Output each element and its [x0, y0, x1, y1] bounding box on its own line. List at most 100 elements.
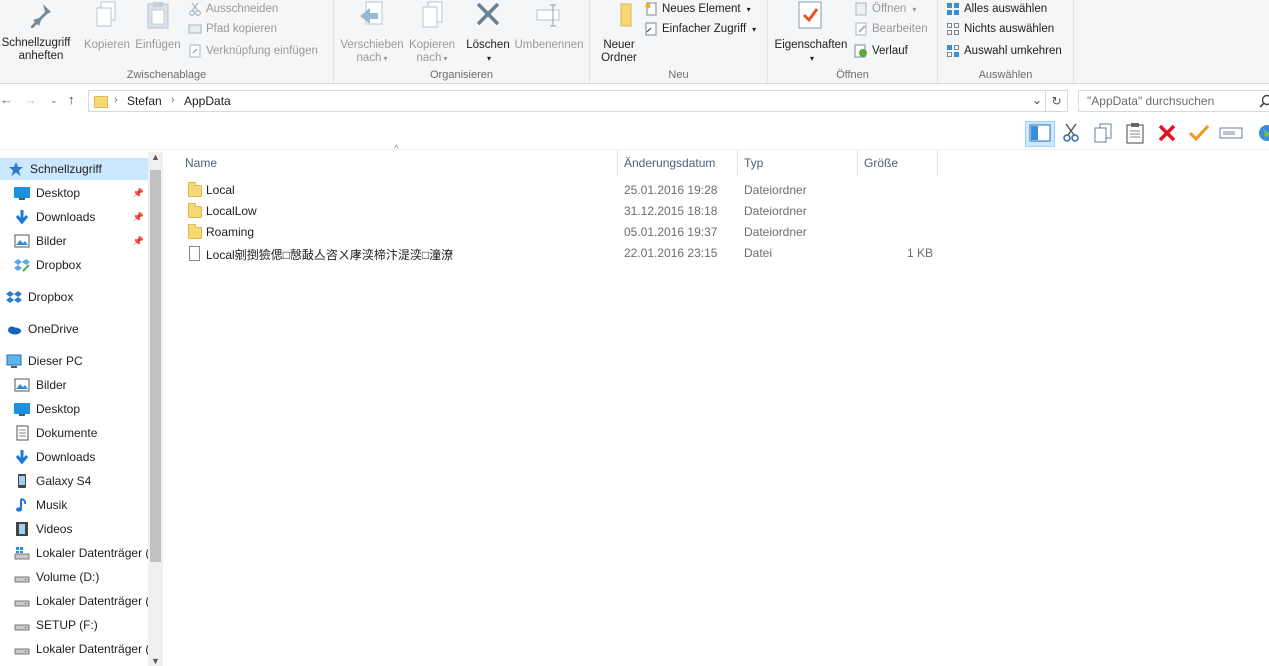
cut-toolbar-button[interactable] — [1056, 121, 1086, 147]
globe-toolbar-button[interactable] — [1252, 121, 1269, 147]
file-row[interactable]: LocalLow 31.12.2015 18:18 Dateiordner — [183, 201, 1103, 222]
move-to-label-1: Verschieben — [340, 39, 404, 51]
copy-toolbar-button[interactable] — [1088, 121, 1118, 147]
globe-icon — [1257, 123, 1269, 146]
delete-toolbar-button[interactable] — [1152, 121, 1182, 147]
rename-field-icon — [1219, 125, 1243, 144]
properties-dropdown-caret[interactable]: ▾ — [810, 52, 814, 65]
nav-item-drive-g[interactable]: Lokaler Datenträger (G:) — [0, 638, 148, 660]
nav-label: Dropbox — [36, 258, 82, 272]
nav-item-music[interactable]: Musik — [0, 494, 148, 516]
new-folder-icon — [603, 0, 635, 34]
move-to-button[interactable]: Verschieben nach ▾ — [338, 0, 406, 65]
column-header-date[interactable]: Änderungsdatum — [618, 150, 738, 176]
recent-locations-chevron-icon[interactable]: ⌄ — [50, 95, 58, 106]
select-group-label: Auswählen — [978, 69, 1033, 81]
scissors-icon — [1062, 123, 1080, 146]
paste-button[interactable]: Einfügen — [132, 0, 184, 52]
file-row[interactable]: Local剜捯獫偲□慤敮亼咨ㄨ庨湙楴汴湜湙□潼潦 22.01.2016 23:1… — [183, 243, 1103, 264]
scroll-down-arrow-icon[interactable]: ▼ — [151, 656, 160, 666]
nav-item-pc-documents[interactable]: Dokumente — [0, 422, 148, 444]
properties-button[interactable]: Eigenschaften ▾ — [772, 0, 850, 65]
ribbon: Schnellzugriff anheften Kopieren Einfüge… — [0, 0, 1269, 84]
check-toolbar-button[interactable] — [1184, 121, 1214, 147]
breadcrumb-stefan[interactable]: Stefan — [127, 94, 162, 108]
nav-item-dropbox-quick[interactable]: Dropbox — [0, 254, 148, 276]
up-arrow-icon[interactable]: ↑ — [68, 92, 75, 107]
history-button[interactable]: Verlauf — [854, 42, 908, 60]
rename-toolbar-button[interactable] — [1216, 121, 1246, 147]
delete-button[interactable]: Löschen ▾ — [462, 0, 514, 65]
rename-button[interactable]: Umbenennen — [514, 0, 584, 52]
nav-label: Lokaler Datenträger (G:) — [36, 642, 148, 656]
breadcrumb-appdata[interactable]: AppData — [184, 94, 231, 108]
cut-button[interactable]: Ausschneiden — [188, 0, 278, 18]
refresh-icon[interactable]: ↻ — [1046, 90, 1068, 112]
nav-item-pictures-pinned[interactable]: Bilder 📌 — [0, 230, 148, 252]
videos-icon — [14, 521, 30, 537]
nav-item-downloads-pinned[interactable]: Downloads 📌 — [0, 206, 148, 228]
file-row[interactable]: Roaming 05.01.2016 19:37 Dateiordner — [183, 222, 1103, 243]
pin-label-2: anheften — [18, 50, 64, 62]
new-folder-button[interactable]: Neuer Ordner — [594, 0, 644, 65]
nav-item-pc-pictures[interactable]: Bilder — [0, 374, 148, 396]
nav-item-desktop-pinned[interactable]: Desktop 📌 — [0, 182, 148, 204]
nav-label: Downloads — [36, 210, 96, 224]
nav-item-onedrive[interactable]: OneDrive — [0, 318, 148, 340]
nav-label: Bilder — [36, 378, 67, 392]
forward-arrow-icon[interactable]: → — [24, 92, 37, 107]
column-header-name[interactable]: Name — [179, 150, 618, 176]
nav-item-videos[interactable]: Videos — [0, 518, 148, 540]
nav-item-drive-f[interactable]: SETUP (F:) — [0, 614, 148, 636]
column-header-label: Typ — [744, 156, 764, 170]
nav-item-pc-downloads[interactable]: Downloads — [0, 446, 148, 468]
column-header-type[interactable]: Typ — [738, 150, 858, 176]
nav-item-pc-desktop[interactable]: Desktop — [0, 398, 148, 420]
edit-button[interactable]: Bearbeiten — [854, 20, 928, 38]
download-icon — [14, 449, 30, 465]
new-item-button[interactable]: Neues Element ▾ — [644, 0, 751, 18]
nav-label: Dropbox — [28, 290, 74, 304]
nav-item-dropbox[interactable]: Dropbox — [0, 286, 148, 308]
nav-item-this-pc[interactable]: Dieser PC — [0, 350, 148, 372]
nav-item-quick-access[interactable]: Schnellzugriff — [0, 158, 148, 180]
red-x-icon — [1157, 123, 1177, 146]
open-button[interactable]: Öffnen ▾ — [854, 0, 916, 18]
select-all-button[interactable]: Alles auswählen — [946, 0, 1047, 18]
delete-dropdown-caret[interactable]: ▾ — [487, 52, 491, 65]
file-icon — [189, 246, 200, 261]
file-name: Roaming — [206, 225, 255, 239]
dropbox-icon — [14, 257, 30, 273]
checkmark-icon — [1188, 123, 1210, 146]
address-dropdown-chevron-icon[interactable]: ⌄ — [1032, 93, 1042, 107]
nav-label: Desktop — [36, 186, 81, 200]
paste-shortcut-button[interactable]: Verknüpfung einfügen — [188, 42, 318, 60]
copy-button[interactable]: Kopieren — [82, 0, 132, 52]
paste-toolbar-button[interactable] — [1120, 121, 1150, 147]
preview-pane-button[interactable] — [1025, 121, 1055, 147]
nav-label: Downloads — [36, 450, 96, 464]
easy-access-button[interactable]: Einfacher Zugriff ▾ — [644, 20, 756, 38]
back-arrow-icon[interactable]: ← — [0, 92, 13, 107]
nav-item-drive-c[interactable]: Lokaler Datenträger (C:) — [0, 542, 148, 564]
history-label: Verlauf — [872, 45, 908, 57]
desktop-icon — [14, 401, 30, 417]
nav-scrollbar-thumb[interactable] — [150, 170, 161, 562]
address-bar[interactable]: › Stefan › AppData ⌄ — [88, 90, 1046, 112]
nav-label: Videos — [36, 522, 73, 536]
search-placeholder: "AppData" durchsuchen — [1087, 94, 1215, 108]
search-input[interactable]: "AppData" durchsuchen — [1078, 90, 1269, 112]
select-none-button[interactable]: Nichts auswählen — [946, 20, 1054, 38]
nav-scrollbar[interactable]: ▲ ▼ — [148, 152, 163, 666]
file-row[interactable]: Local 25.01.2016 19:28 Dateiordner — [183, 180, 1103, 201]
nav-item-drive-d[interactable]: Volume (D:) — [0, 566, 148, 588]
pin-quick-access-button[interactable]: Schnellzugriff anheften — [0, 0, 82, 63]
nav-item-drive-e[interactable]: Lokaler Datenträger (E:) — [0, 590, 148, 612]
nav-item-galaxy-s4[interactable]: Galaxy S4 — [0, 470, 148, 492]
scroll-up-arrow-icon[interactable]: ▲ — [151, 152, 160, 162]
copy-to-button[interactable]: Kopieren nach ▾ — [404, 0, 460, 65]
invert-selection-button[interactable]: Auswahl umkehren — [946, 42, 1062, 60]
file-date: 31.12.2015 18:18 — [624, 204, 718, 218]
column-header-size[interactable]: Größe — [858, 150, 938, 176]
copy-path-button[interactable]: Pfad kopieren — [188, 20, 277, 38]
